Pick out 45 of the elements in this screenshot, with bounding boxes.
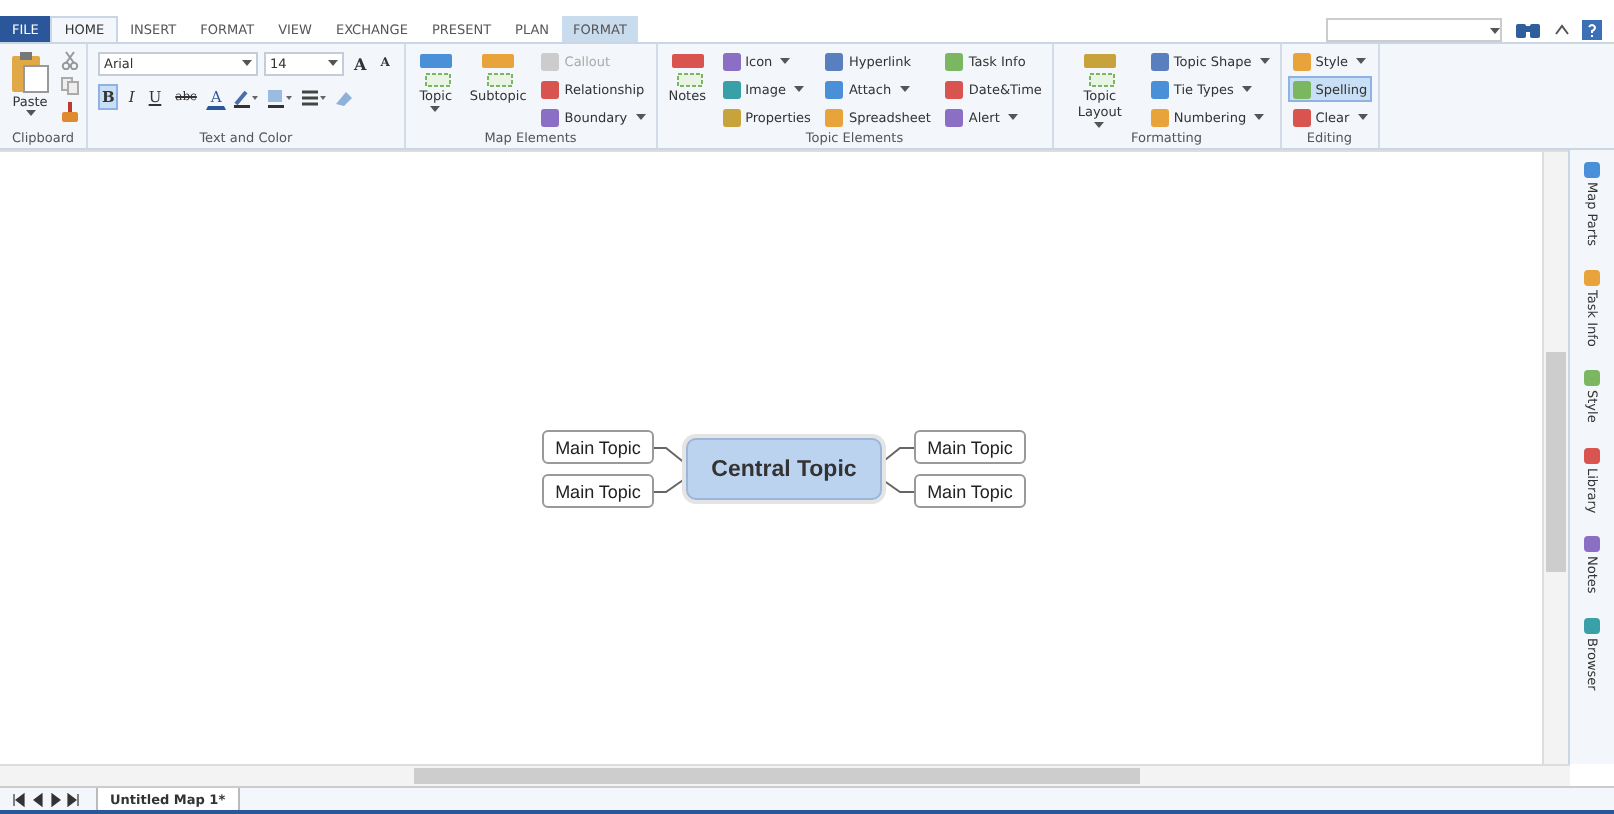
tool-icon: [1291, 107, 1312, 127]
tool-icon: [721, 107, 742, 127]
node-icon: [667, 50, 708, 90]
help-icon[interactable]: [1582, 19, 1602, 39]
node-icon: [415, 50, 456, 90]
sheet-navigation-icon[interactable]: [12, 791, 80, 807]
tool-icon: [944, 79, 965, 99]
tool-icon: [824, 79, 845, 99]
line-style-icon[interactable]: [299, 87, 328, 107]
tool-icon: [1149, 107, 1170, 127]
main-topic[interactable]: Main Topic: [542, 474, 654, 508]
clipboard-icon: [10, 50, 50, 94]
tool-icon: [721, 51, 742, 71]
search-field[interactable]: [1326, 18, 1502, 42]
tool-icon: [1291, 51, 1312, 71]
central-topic[interactable]: Central Topic: [686, 438, 882, 500]
caret-icon: [328, 60, 338, 66]
tool-icon: [944, 51, 965, 71]
scissors-icon[interactable]: [60, 50, 80, 70]
caret-icon: [1490, 27, 1500, 33]
main-topic[interactable]: Main Topic: [914, 474, 1026, 508]
fill-color-icon[interactable]: [265, 87, 294, 107]
tool-icon: [1149, 79, 1170, 99]
collapse-icon[interactable]: [1554, 21, 1570, 37]
tool-icon: [1291, 79, 1312, 99]
highlighter-icon[interactable]: [231, 87, 260, 107]
tool-icon: [824, 107, 845, 127]
binoculars-icon[interactable]: [1514, 19, 1542, 39]
tool-icon: [944, 107, 965, 127]
format-painter-icon[interactable]: [60, 102, 80, 124]
horizontal-scrollbar[interactable]: [0, 764, 1570, 786]
tool-icon: [721, 79, 742, 99]
tool-icon: [1149, 51, 1170, 71]
node-icon: [478, 50, 519, 90]
main-topic[interactable]: Main Topic: [914, 430, 1026, 464]
main-topic[interactable]: Main Topic: [542, 430, 654, 464]
tool-icon: [540, 79, 561, 99]
vertical-scrollbar[interactable]: [1542, 152, 1568, 764]
node-icon: [1079, 50, 1120, 90]
grow-font-button[interactable]: A: [350, 50, 371, 76]
tool-icon: [540, 107, 561, 127]
tool-icon: [540, 51, 561, 71]
tool-icon: [824, 51, 845, 71]
caret-icon: [242, 60, 252, 66]
caret-icon: [25, 110, 35, 116]
